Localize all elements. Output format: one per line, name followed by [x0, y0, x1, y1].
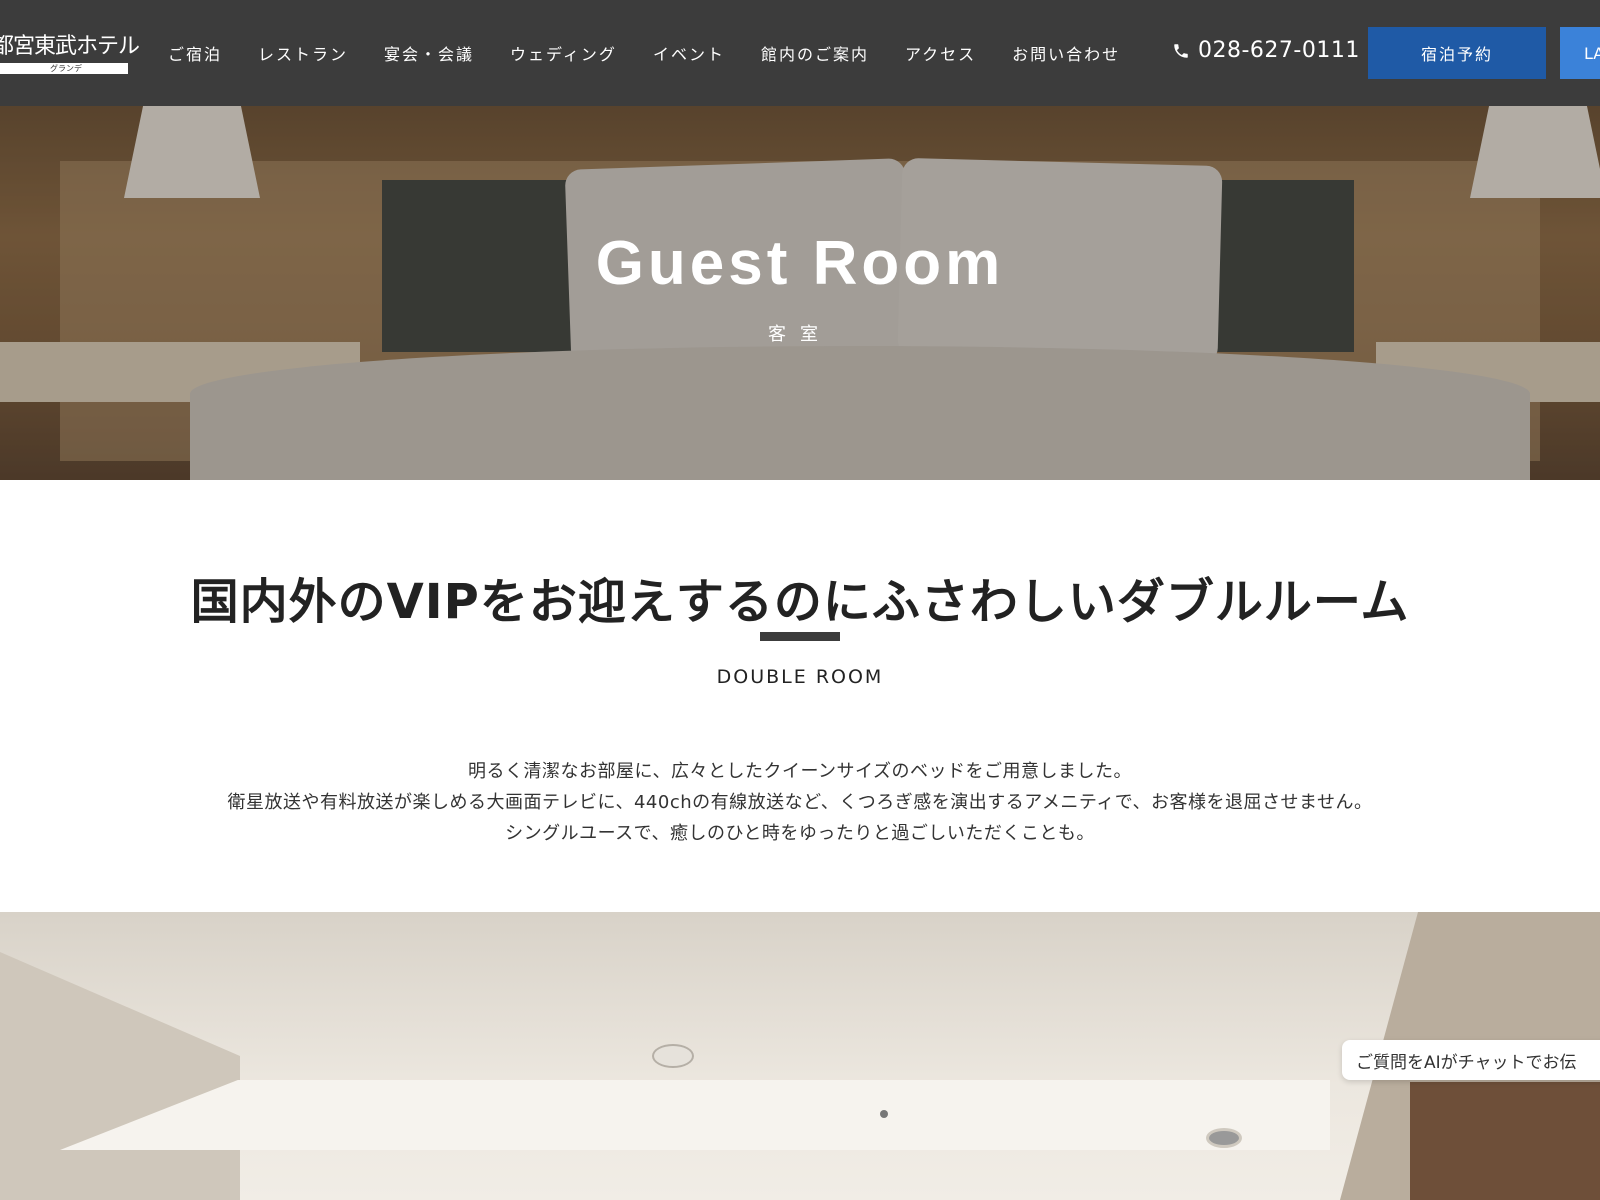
smoke-detector-icon: [652, 1044, 694, 1068]
heading-divider: [760, 632, 840, 641]
ai-chat-widget[interactable]: ご質問をAIがチャットでお伝: [1342, 1040, 1600, 1080]
downlight-icon: [1206, 1128, 1242, 1148]
hero-banner: Guest Room 客室: [0, 106, 1600, 480]
nav-item-contact[interactable]: お問い合わせ: [1012, 41, 1120, 65]
logo-sub-text: グランデ: [0, 63, 128, 74]
language-button[interactable]: LA: [1560, 27, 1600, 79]
hero-subtitle: 客室: [768, 324, 832, 345]
section-subheading: DOUBLE ROOM: [716, 666, 884, 688]
downlight-icon: [880, 1110, 888, 1118]
room-description: 明るく清潔なお部屋に、広々としたクイーンサイズのベッドをご用意しました。 衛星放…: [0, 756, 1600, 849]
nav-item-stay[interactable]: ご宿泊: [168, 41, 222, 65]
phone-icon: [1174, 43, 1188, 58]
description-line: シングルユースで、癒しのひと時をゆったりと過ごしいただくことも。: [505, 823, 1095, 844]
description-line: 明るく清潔なお部屋に、広々としたクイーンサイズのベッドをご用意しました。: [467, 761, 1133, 782]
logo-main-text: 都宮東武ホテル: [0, 34, 140, 59]
nav-item-event[interactable]: イベント: [653, 41, 725, 65]
hero-title: Guest Room: [595, 229, 1005, 298]
site-header: 都宮東武ホテル グランデ ご宿泊 レストラン 宴会・会議 ウェディング イベント…: [0, 0, 1600, 106]
nav-item-restaurant[interactable]: レストラン: [258, 41, 348, 65]
nav-item-facility-guide[interactable]: 館内のご案内: [761, 41, 869, 65]
nav-item-wedding[interactable]: ウェディング: [510, 41, 617, 65]
section-heading: 国内外のVIPをお迎えするのにふさわしいダブルルーム: [190, 574, 1410, 630]
nav-item-banquet[interactable]: 宴会・会議: [384, 41, 474, 65]
main-nav: ご宿泊 レストラン 宴会・会議 ウェディング イベント 館内のご案内 アクセス …: [168, 0, 1120, 106]
room-photo-ceiling-beam: [60, 1080, 1330, 1150]
nav-item-access[interactable]: アクセス: [905, 41, 976, 65]
description-line: 衛星放送や有料放送が楽しめる大画面テレビに、440chの有線放送など、くつろぎ感…: [227, 792, 1373, 813]
phone-number: 028-627-0111: [1198, 38, 1360, 63]
reservation-button[interactable]: 宿泊予約: [1368, 27, 1546, 79]
hotel-logo[interactable]: 都宮東武ホテル グランデ: [0, 34, 140, 76]
room-photo-door: [1410, 1082, 1600, 1200]
phone-number-link[interactable]: 028-627-0111: [1172, 38, 1360, 63]
